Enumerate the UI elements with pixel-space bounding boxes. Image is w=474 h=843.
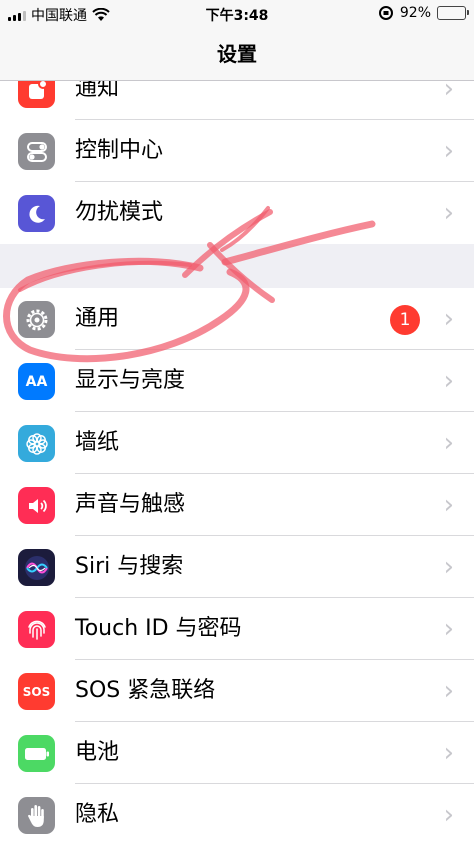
status-right: 92% [378, 5, 469, 21]
settings-row-touch-id-passcode[interactable]: Touch ID 与密码 › [0, 598, 474, 660]
settings-row-label: 隐私 [75, 802, 120, 827]
settings-group-top: 通知 › 控制中心 › 勿扰模式 › [0, 58, 474, 244]
battery-percent: 92% [399, 5, 431, 21]
chevron-right-icon: › [443, 738, 454, 768]
hand-icon [18, 797, 55, 834]
settings-row-label: 通用 [75, 306, 120, 331]
settings-row-emergency-sos[interactable]: SOS SOS 紧急联络 › [0, 660, 474, 722]
settings-row-general[interactable]: 通用 1 › [0, 288, 474, 350]
display-brightness-icon: AA [18, 363, 55, 400]
notification-badge: 1 [390, 305, 420, 335]
settings-row-do-not-disturb[interactable]: 勿扰模式 › [0, 182, 474, 244]
chevron-right-icon: › [443, 428, 454, 458]
settings-row-label: 电池 [75, 740, 120, 765]
settings-row-label: Siri 与搜索 [75, 554, 184, 579]
settings-row-label: 控制中心 [75, 138, 164, 163]
settings-row-sounds-haptics[interactable]: 声音与触感 › [0, 474, 474, 536]
settings-row-display-brightness[interactable]: AA 显示与亮度 › [0, 350, 474, 412]
control-center-icon [18, 133, 55, 170]
settings-row-privacy[interactable]: 隐私 › [0, 784, 474, 843]
page-title: 设置 [217, 42, 257, 66]
settings-row-label: Touch ID 与密码 [75, 616, 242, 641]
chevron-right-icon: › [443, 304, 454, 334]
settings-group-main: 通用 1 › AA 显示与亮度 › 墙纸 › 声音与触感 › Siri 与搜索 … [0, 288, 474, 843]
settings-row-label: 显示与亮度 [75, 368, 186, 393]
chevron-right-icon: › [443, 552, 454, 582]
chevron-right-icon: › [443, 198, 454, 228]
settings-row-label: 墙纸 [75, 430, 120, 455]
chevron-right-icon: › [443, 490, 454, 520]
speaker-icon [18, 487, 55, 524]
settings-row-control-center[interactable]: 控制中心 › [0, 120, 474, 182]
fingerprint-icon [18, 611, 55, 648]
siri-icon [18, 549, 55, 586]
settings-row-wallpaper[interactable]: 墙纸 › [0, 412, 474, 474]
chevron-right-icon: › [443, 676, 454, 706]
settings-row-siri-search[interactable]: Siri 与搜索 › [0, 536, 474, 598]
sos-icon: SOS [18, 673, 55, 710]
gear-icon [18, 301, 55, 338]
settings-row-label: 声音与触感 [75, 492, 186, 517]
sos-glyph: SOS [22, 684, 51, 699]
settings-row-label: 勿扰模式 [75, 200, 164, 225]
chevron-right-icon: › [443, 136, 454, 166]
chevron-right-icon: › [443, 366, 454, 396]
orientation-lock-icon [378, 6, 393, 20]
moon-icon [18, 195, 55, 232]
nav-bar: 设置 [0, 28, 474, 81]
flower-icon [18, 425, 55, 462]
settings-row-label: SOS 紧急联络 [75, 678, 216, 703]
chevron-right-icon: › [443, 800, 454, 830]
settings-row-battery[interactable]: 电池 › [0, 722, 474, 784]
display-brightness-glyph: AA [25, 373, 48, 390]
chevron-right-icon: › [443, 614, 454, 644]
status-bar: 中国联通 下午3:48 92% [0, 0, 474, 28]
battery-icon [18, 735, 55, 772]
battery-icon [437, 6, 469, 20]
